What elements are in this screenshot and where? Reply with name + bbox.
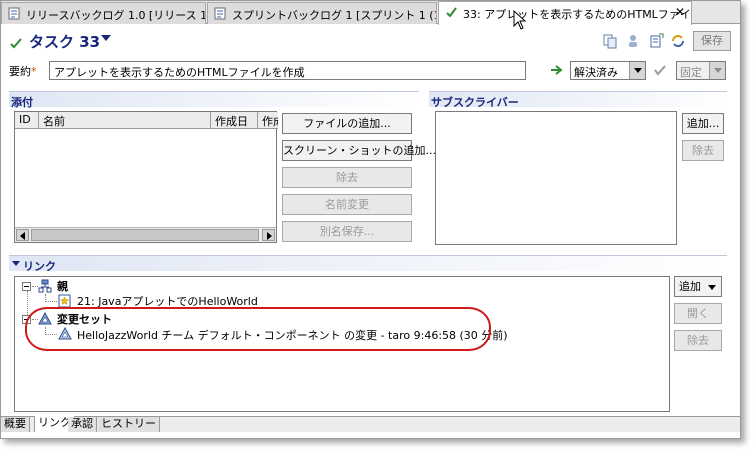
add-link-label: 追加	[679, 280, 701, 293]
fixed-value: 固定	[680, 66, 702, 79]
chevron-down-icon[interactable]	[708, 285, 716, 290]
tab-label: 33: アプレットを表示するためのHTMLファイ	[463, 8, 691, 21]
tree-node-parent[interactable]: 親	[57, 278, 68, 295]
resolution-select[interactable]: 解決済み	[570, 61, 646, 80]
task-check-icon	[10, 38, 22, 49]
tab-label: リリースバックログ 1.0 [リリース 1.0]	[26, 9, 206, 22]
open-link-button[interactable]: 開く	[674, 303, 722, 324]
add-file-button[interactable]: ファイルの追加...	[282, 113, 412, 134]
highlight-annotation	[25, 307, 491, 351]
chevron-down-icon[interactable]	[629, 62, 645, 79]
column-header-name[interactable]: 名前	[39, 112, 211, 129]
attachments-section-title: 添付	[9, 91, 419, 109]
editor-window: リリースバックログ 1.0 [リリース 1.0] スプリントバックログ 1 [ス…	[0, 0, 741, 439]
summary-label-text: 要約	[9, 65, 31, 78]
scroll-thumb[interactable]	[31, 229, 259, 241]
tab-overview[interactable]: 概要	[1, 417, 30, 432]
arrow-right-icon	[551, 65, 563, 75]
check-icon	[654, 65, 666, 76]
scroll-left-icon[interactable]	[16, 229, 29, 241]
remove-subscriber-button[interactable]: 除去	[682, 140, 724, 161]
editor-tab-strip: リリースバックログ 1.0 [リリース 1.0] スプリントバックログ 1 [ス…	[1, 1, 740, 25]
fixed-select[interactable]: 固定	[676, 61, 726, 80]
tab-history[interactable]: ヒストリー	[98, 417, 160, 432]
hierarchy-icon	[38, 279, 52, 293]
tab-task-33[interactable]: 33: アプレットを表示するためのHTMLファイ ✕	[438, 1, 692, 25]
resolution-value: 解決済み	[574, 66, 618, 79]
summary-label: 要約*	[9, 63, 37, 79]
add-subscriber-button[interactable]: 追加...	[682, 113, 724, 134]
duplicate-icon[interactable]	[648, 33, 664, 49]
links-section-header[interactable]: リンク	[9, 255, 727, 273]
horizontal-scrollbar[interactable]	[15, 227, 276, 242]
attachments-table[interactable]: ID 名前 作成日 作成	[14, 111, 278, 243]
subscribers-list[interactable]	[435, 111, 677, 245]
task-header: タスク 33 保存	[1, 25, 740, 57]
bottom-tab-bar: 概要 リンク 承認 ヒストリー	[1, 416, 740, 432]
task-check-icon	[446, 7, 457, 18]
page-title: タスク 33	[29, 33, 101, 51]
column-header-created-date[interactable]: 作成日	[211, 112, 258, 129]
rename-button[interactable]: 名前変更	[282, 194, 412, 215]
chevron-down-icon[interactable]	[101, 35, 111, 41]
close-icon[interactable]: ✕	[675, 5, 685, 19]
backlog-icon	[8, 7, 20, 20]
tab-release-backlog[interactable]: リリースバックログ 1.0 [リリース 1.0]	[1, 2, 206, 24]
tab-label: スプリントバックログ 1 [スプリント 1 (1.0	[232, 9, 437, 22]
tab-approvals[interactable]: 承認	[68, 417, 97, 432]
save-as-button[interactable]: 別名保存...	[282, 221, 412, 242]
required-mark: *	[31, 65, 37, 78]
refresh-icon[interactable]	[670, 33, 686, 49]
links-section-title: リンク	[23, 260, 56, 273]
backlog-icon	[214, 7, 226, 20]
mouse-cursor-icon	[513, 10, 527, 30]
column-header-id[interactable]: ID	[15, 112, 39, 129]
story-icon	[58, 294, 71, 308]
collapse-icon[interactable]	[22, 282, 31, 291]
column-header-creator[interactable]: 作成	[258, 112, 278, 129]
summary-row: 要約* アプレットを表示するためのHTMLファイルを作成 解決済み 固定	[1, 59, 740, 83]
subscribers-section-title: サブスクライバー	[429, 91, 727, 109]
chevron-down-icon[interactable]	[12, 261, 20, 266]
save-button[interactable]: 保存	[693, 31, 731, 51]
scroll-right-icon[interactable]	[262, 229, 275, 241]
chevron-down-icon[interactable]	[709, 62, 725, 79]
copy-icon[interactable]	[602, 33, 618, 49]
remove-link-button[interactable]: 除去	[674, 330, 722, 351]
remove-attachment-button[interactable]: 除去	[282, 167, 412, 188]
summary-input[interactable]: アプレットを表示するためのHTMLファイルを作成	[49, 61, 526, 80]
add-screenshot-button[interactable]: スクリーン・ショットの追加...	[282, 140, 436, 161]
subscribe-icon[interactable]	[625, 33, 641, 49]
tree-connector	[45, 301, 57, 302]
tab-sprint-backlog[interactable]: スプリントバックログ 1 [スプリント 1 (1.0	[207, 2, 437, 24]
add-link-button[interactable]: 追加	[674, 276, 722, 297]
